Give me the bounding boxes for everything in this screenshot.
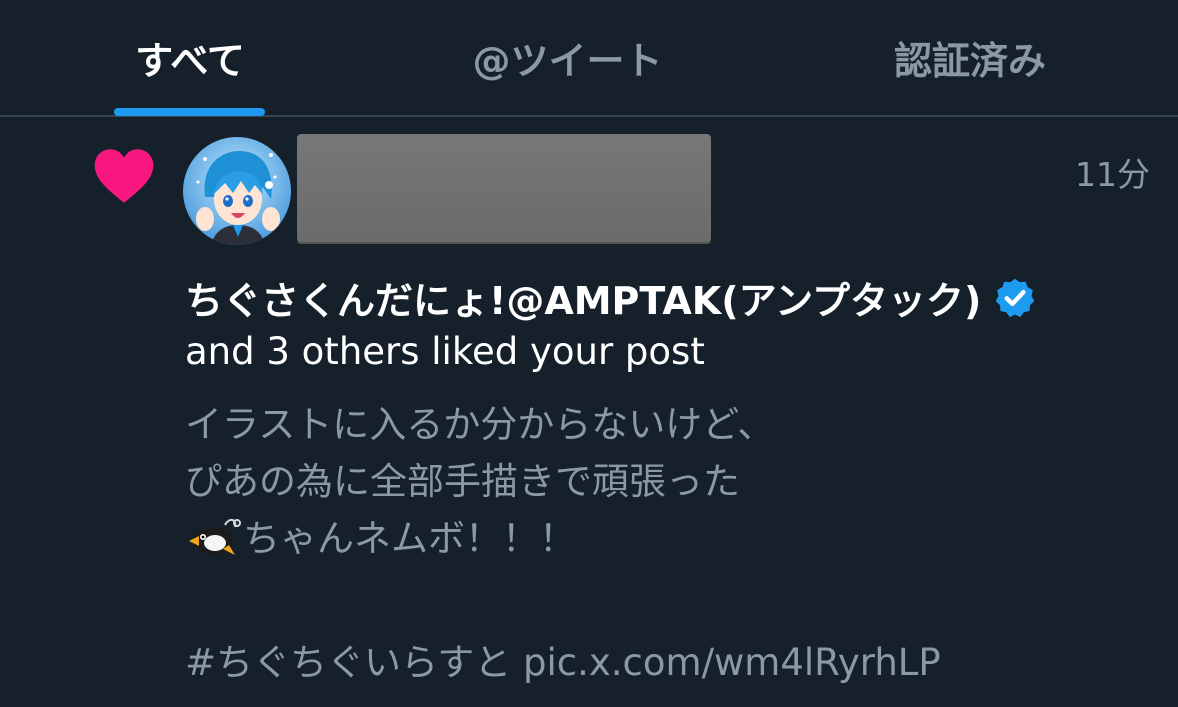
hashtag-link[interactable]: #ちぐちぐいらすと: [185, 641, 511, 684]
pic-link[interactable]: pic.x.com/wm4lRyrhLP: [523, 641, 941, 684]
verified-badge-icon: [996, 278, 1035, 317]
tab-all[interactable]: すべて: [90, 0, 290, 115]
active-tab-indicator: [114, 108, 265, 116]
tab-mentions[interactable]: @ツイート: [440, 0, 695, 115]
post-line-3: ちゃんネムボ！！！: [185, 510, 774, 567]
avatar[interactable]: [183, 137, 291, 245]
tab-verified[interactable]: 認証済み: [870, 0, 1070, 115]
post-line-2: ぴあの為に全部手描きで頑張った: [185, 460, 740, 503]
liked-description: and 3 others liked your post: [185, 330, 705, 373]
timestamp: 11分: [1075, 155, 1150, 194]
tab-bar: すべて @ツイート 認証済み: [0, 0, 1178, 117]
post-line-1: イラストに入るか分からないけど、: [185, 403, 775, 446]
post-preview[interactable]: イラストに入るか分からないけど、 ぴあの為に全部手描きで頑張った ちゃんネムボ！…: [185, 396, 774, 567]
penguin-emoji-icon: [189, 519, 241, 555]
post-hashtag-line[interactable]: #ちぐちぐいらすと pic.x.com/wm4lRyrhLP: [185, 632, 941, 686]
redacted-media-preview: [297, 134, 711, 242]
liker-name[interactable]: ちぐさくんだにょ!@AMPTAK(アンプタック): [185, 270, 981, 325]
heart-icon: [94, 149, 154, 203]
liker-name-line[interactable]: ちぐさくんだにょ!@AMPTAK(アンプタック): [185, 270, 1037, 325]
post-line-3-text: ちゃんネムボ！！！: [243, 517, 576, 560]
